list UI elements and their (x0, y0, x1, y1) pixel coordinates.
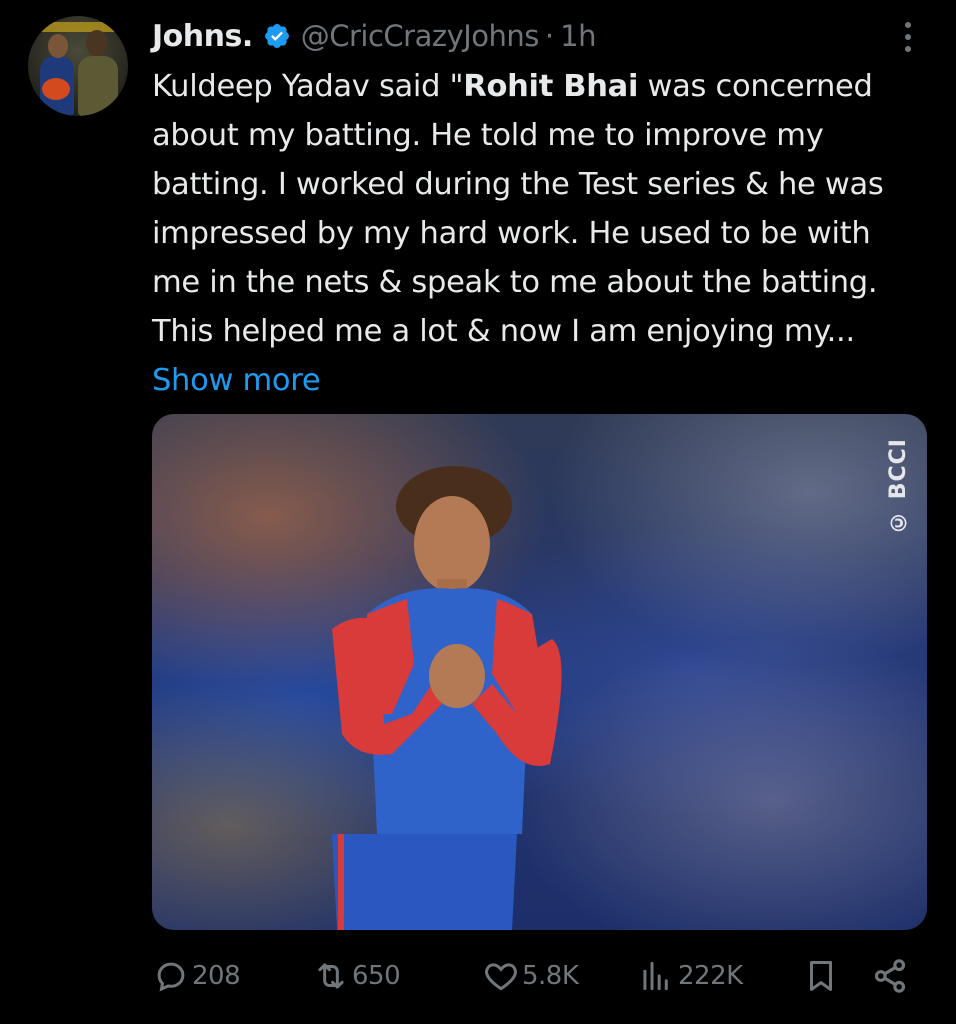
avatar-object (42, 78, 70, 100)
reply-icon (157, 962, 185, 992)
share-icon (874, 959, 906, 993)
author-name[interactable]: Johns. (152, 19, 253, 54)
views-button[interactable]: 222K (636, 950, 743, 1002)
separator-dot: · (544, 19, 555, 53)
like-count: 5.8K (522, 961, 579, 991)
repost-button[interactable]: 650 (312, 950, 401, 1002)
tweet-image[interactable]: © BCCI (152, 414, 927, 930)
repost-count: 650 (352, 961, 401, 991)
avatar-background (34, 22, 122, 32)
media-watermark: © BCCI (886, 438, 911, 534)
views-count: 222K (678, 961, 743, 991)
player-figure (332, 466, 562, 930)
heart-icon (485, 963, 517, 991)
reply-button[interactable]: 208 (152, 950, 241, 1002)
avatar-head-left (48, 34, 68, 58)
avatar[interactable] (28, 16, 128, 116)
bookmark-button[interactable] (802, 950, 840, 1002)
repost-icon (318, 963, 344, 989)
more-vertical-icon[interactable] (898, 22, 918, 56)
verified-badge-icon (264, 24, 289, 48)
views-icon (643, 961, 668, 991)
author-handle[interactable]: @CricCrazyJohns (301, 19, 540, 53)
like-button[interactable]: 5.8K (482, 950, 579, 1002)
tweet-time[interactable]: 1h (560, 19, 596, 53)
share-button[interactable] (870, 950, 910, 1002)
reply-count: 208 (192, 961, 241, 991)
bookmark-icon (809, 961, 833, 991)
tweet-text-bold: Rohit Bhai (463, 69, 639, 104)
show-more-link[interactable]: Show more (152, 363, 321, 398)
avatar-head-right (86, 30, 108, 56)
tweet-text-before: Kuldeep Yadav said " (152, 69, 464, 104)
avatar-person-right (78, 56, 118, 116)
tweet-text: Kuldeep Yadav said "Rohit Bhai was conce… (152, 62, 912, 405)
tweet-header: Johns. @CricCrazyJohns · 1h (152, 14, 596, 58)
tweet-actions: 208 650 5.8K 222K (152, 950, 922, 1002)
tweet-text-after: was concerned about my batting. He told … (152, 69, 884, 349)
